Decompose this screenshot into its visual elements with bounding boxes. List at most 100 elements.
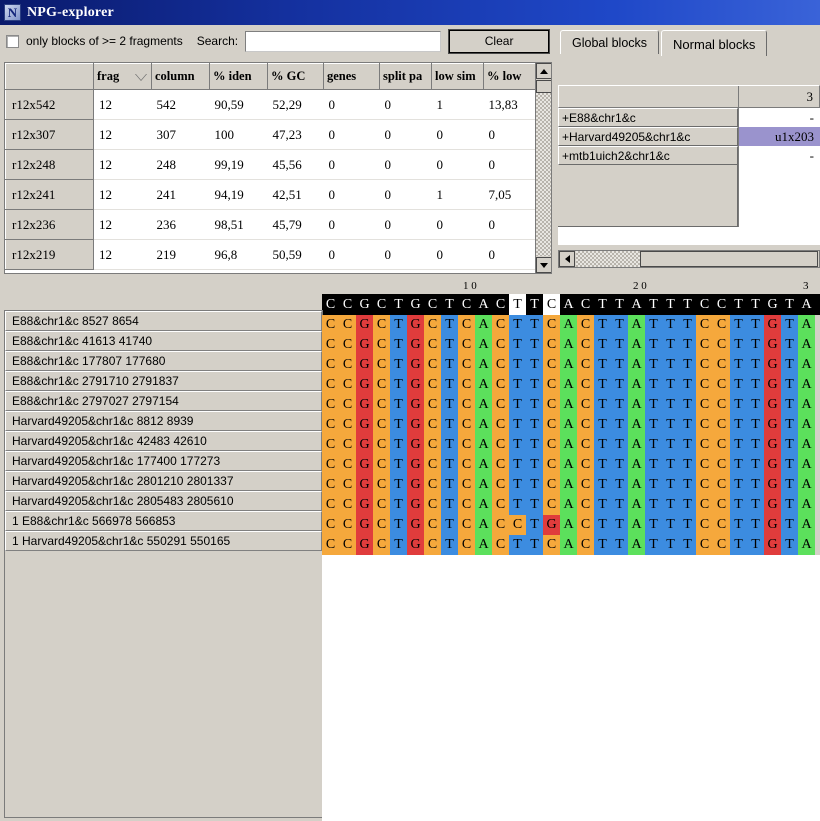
blocks-table-vertical-scrollbar[interactable] — [535, 63, 551, 273]
table-row[interactable]: r12x236 12 236 98,51 45,79 0 0 0 0 — [5, 209, 537, 240]
genome-value[interactable]: - — [738, 146, 820, 165]
cell-columns[interactable]: 241 — [151, 179, 210, 210]
sequence-name[interactable]: Harvard49205&chr1&c 2801210 2801337 — [5, 471, 322, 491]
alignment-row[interactable]: CCGCTGCTCACTTCACTTATTTCCTTGTA — [322, 535, 820, 555]
genome-row[interactable]: +E88&chr1&c - — [558, 108, 820, 127]
cell-pct-low[interactable]: 0 — [483, 209, 537, 240]
scroll-up-button[interactable] — [536, 63, 551, 79]
cell-split-parts[interactable]: 0 — [379, 149, 432, 180]
cell-frag[interactable]: 12 — [93, 149, 152, 180]
cell-pct-gc[interactable]: 42,51 — [267, 179, 324, 210]
cell-genes[interactable]: 0 — [323, 179, 380, 210]
cell-pct-low[interactable]: 7,05 — [483, 179, 537, 210]
only-blocks-checkbox[interactable] — [6, 34, 19, 48]
tab-global-blocks[interactable]: Global blocks — [560, 30, 660, 54]
genome-value-selected[interactable]: u1x203 — [738, 127, 820, 146]
scroll-left-button[interactable] — [559, 251, 575, 267]
column-header-pct-low[interactable]: % low — [483, 63, 537, 90]
cell-split-parts[interactable]: 0 — [379, 209, 432, 240]
row-header-block-name[interactable]: r12x542 — [5, 89, 94, 120]
column-header-columns[interactable]: column — [151, 63, 210, 90]
cell-pct-low[interactable]: 0 — [483, 149, 537, 180]
sequence-name[interactable]: 1 Harvard49205&chr1&c 550291 550165 — [5, 531, 322, 551]
alignment-row[interactable]: CCGCTGCTCACTTCACTTATTTCCTTGTA — [322, 495, 820, 515]
hscroll-track[interactable] — [576, 251, 640, 267]
table-row[interactable]: r12x307 12 307 100 47,23 0 0 0 0 — [5, 119, 537, 150]
alignment-row[interactable]: CCGCTGCTCACTTCACTTATTTCCTTGTA — [322, 315, 820, 335]
table-row[interactable]: r12x219 12 219 96,8 50,59 0 0 0 0 — [5, 239, 537, 270]
alignment-row[interactable]: CCGCTGCTCACTTCACTTATTTCCTTGTA — [322, 415, 820, 435]
column-header-low-similarity[interactable]: low sim — [431, 63, 484, 90]
row-header-block-name[interactable]: r12x241 — [5, 179, 94, 210]
table-row[interactable]: r12x248 12 248 99,19 45,56 0 0 0 0 — [5, 149, 537, 180]
cell-pct-gc[interactable]: 45,56 — [267, 149, 324, 180]
cell-genes[interactable]: 0 — [323, 239, 380, 270]
table-row[interactable]: r12x241 12 241 94,19 42,51 0 0 1 7,05 — [5, 179, 537, 210]
cell-pct-ident[interactable]: 96,8 — [209, 239, 268, 270]
row-header-block-name[interactable]: r12x248 — [5, 149, 94, 180]
genome-name[interactable]: +Harvard49205&chr1&c — [558, 127, 738, 146]
scroll-down-button[interactable] — [536, 257, 551, 273]
cell-pct-low[interactable]: 0 — [483, 239, 537, 270]
sequence-name[interactable]: E88&chr1&c 41613 41740 — [5, 331, 322, 351]
row-header-block-name[interactable]: r12x219 — [5, 239, 94, 270]
scroll-track[interactable] — [536, 93, 551, 256]
cell-split-parts[interactable]: 0 — [379, 239, 432, 270]
alignment-row[interactable]: CCGCTGCTCACTTCACTTATTTCCTTGTA — [322, 435, 820, 455]
cell-columns[interactable]: 542 — [151, 89, 210, 120]
cell-frag[interactable]: 12 — [93, 209, 152, 240]
search-input[interactable] — [245, 30, 442, 52]
cell-genes[interactable]: 0 — [323, 209, 380, 240]
alignment-row[interactable]: CCGCTGCTCACCTGACTTATTTCCTTGTA — [322, 515, 820, 535]
cell-low-similarity[interactable]: 0 — [431, 209, 484, 240]
genome-row[interactable]: +Harvard49205&chr1&c u1x203 — [558, 127, 820, 146]
cell-pct-gc[interactable]: 52,29 — [267, 89, 324, 120]
column-header-name[interactable] — [5, 63, 94, 90]
tab-normal-blocks[interactable]: Normal blocks — [661, 30, 768, 57]
cell-genes[interactable]: 0 — [323, 89, 380, 120]
cell-low-similarity[interactable]: 0 — [431, 239, 484, 270]
cell-columns[interactable]: 248 — [151, 149, 210, 180]
sequence-name[interactable]: E88&chr1&c 2797027 2797154 — [5, 391, 322, 411]
table-row[interactable]: r12x542 12 542 90,59 52,29 0 0 1 13,83 — [5, 89, 537, 120]
cell-genes[interactable]: 0 — [323, 119, 380, 150]
cell-split-parts[interactable]: 0 — [379, 89, 432, 120]
cell-pct-ident[interactable]: 99,19 — [209, 149, 268, 180]
sequence-name[interactable]: Harvard49205&chr1&c 8812 8939 — [5, 411, 322, 431]
cell-genes[interactable]: 0 — [323, 149, 380, 180]
cell-pct-gc[interactable]: 50,59 — [267, 239, 324, 270]
cell-split-parts[interactable]: 0 — [379, 119, 432, 150]
cell-low-similarity[interactable]: 1 — [431, 89, 484, 120]
sequence-name[interactable]: E88&chr1&c 177807 177680 — [5, 351, 322, 371]
column-header-frag[interactable]: frag — [93, 63, 152, 90]
cell-low-similarity[interactable]: 1 — [431, 179, 484, 210]
sequence-name[interactable]: 1 E88&chr1&c 566978 566853 — [5, 511, 322, 531]
cell-pct-ident[interactable]: 94,19 — [209, 179, 268, 210]
cell-low-similarity[interactable]: 0 — [431, 119, 484, 150]
only-blocks-filter[interactable]: only blocks of >= 2 fragments — [6, 34, 183, 48]
cell-pct-gc[interactable]: 45,79 — [267, 209, 324, 240]
cell-pct-gc[interactable]: 47,23 — [267, 119, 324, 150]
cell-frag[interactable]: 12 — [93, 239, 152, 270]
row-header-block-name[interactable]: r12x236 — [5, 209, 94, 240]
sequence-name[interactable]: E88&chr1&c 2791710 2791837 — [5, 371, 322, 391]
sequence-name[interactable]: E88&chr1&c 8527 8654 — [5, 311, 322, 331]
row-header-block-name[interactable]: r12x307 — [5, 119, 94, 150]
genome-value[interactable]: - — [738, 108, 820, 127]
alignment-row[interactable]: CCGCTGCTCACTTCACTTATTTCCTTGTA — [322, 395, 820, 415]
sequence-name[interactable]: Harvard49205&chr1&c 42483 42610 — [5, 431, 322, 451]
cell-pct-ident[interactable]: 90,59 — [209, 89, 268, 120]
column-header-pct-gc[interactable]: % GC — [267, 63, 324, 90]
genome-name[interactable]: +E88&chr1&c — [558, 108, 738, 127]
cell-pct-ident[interactable]: 98,51 — [209, 209, 268, 240]
hscroll-thumb[interactable] — [640, 251, 818, 267]
cell-pct-low[interactable]: 13,83 — [483, 89, 537, 120]
column-header-pct-ident[interactable]: % iden — [209, 63, 268, 90]
cell-columns[interactable]: 307 — [151, 119, 210, 150]
alignment-row[interactable]: CCGCTGCTCACTTCACTTATTTCCTTGTA — [322, 475, 820, 495]
clear-button[interactable]: Clear — [448, 28, 551, 54]
column-header-split-parts[interactable]: split pa — [379, 63, 432, 90]
sequence-name[interactable]: Harvard49205&chr1&c 177400 177273 — [5, 451, 322, 471]
cell-split-parts[interactable]: 0 — [379, 179, 432, 210]
sequence-name[interactable]: Harvard49205&chr1&c 2805483 2805610 — [5, 491, 322, 511]
